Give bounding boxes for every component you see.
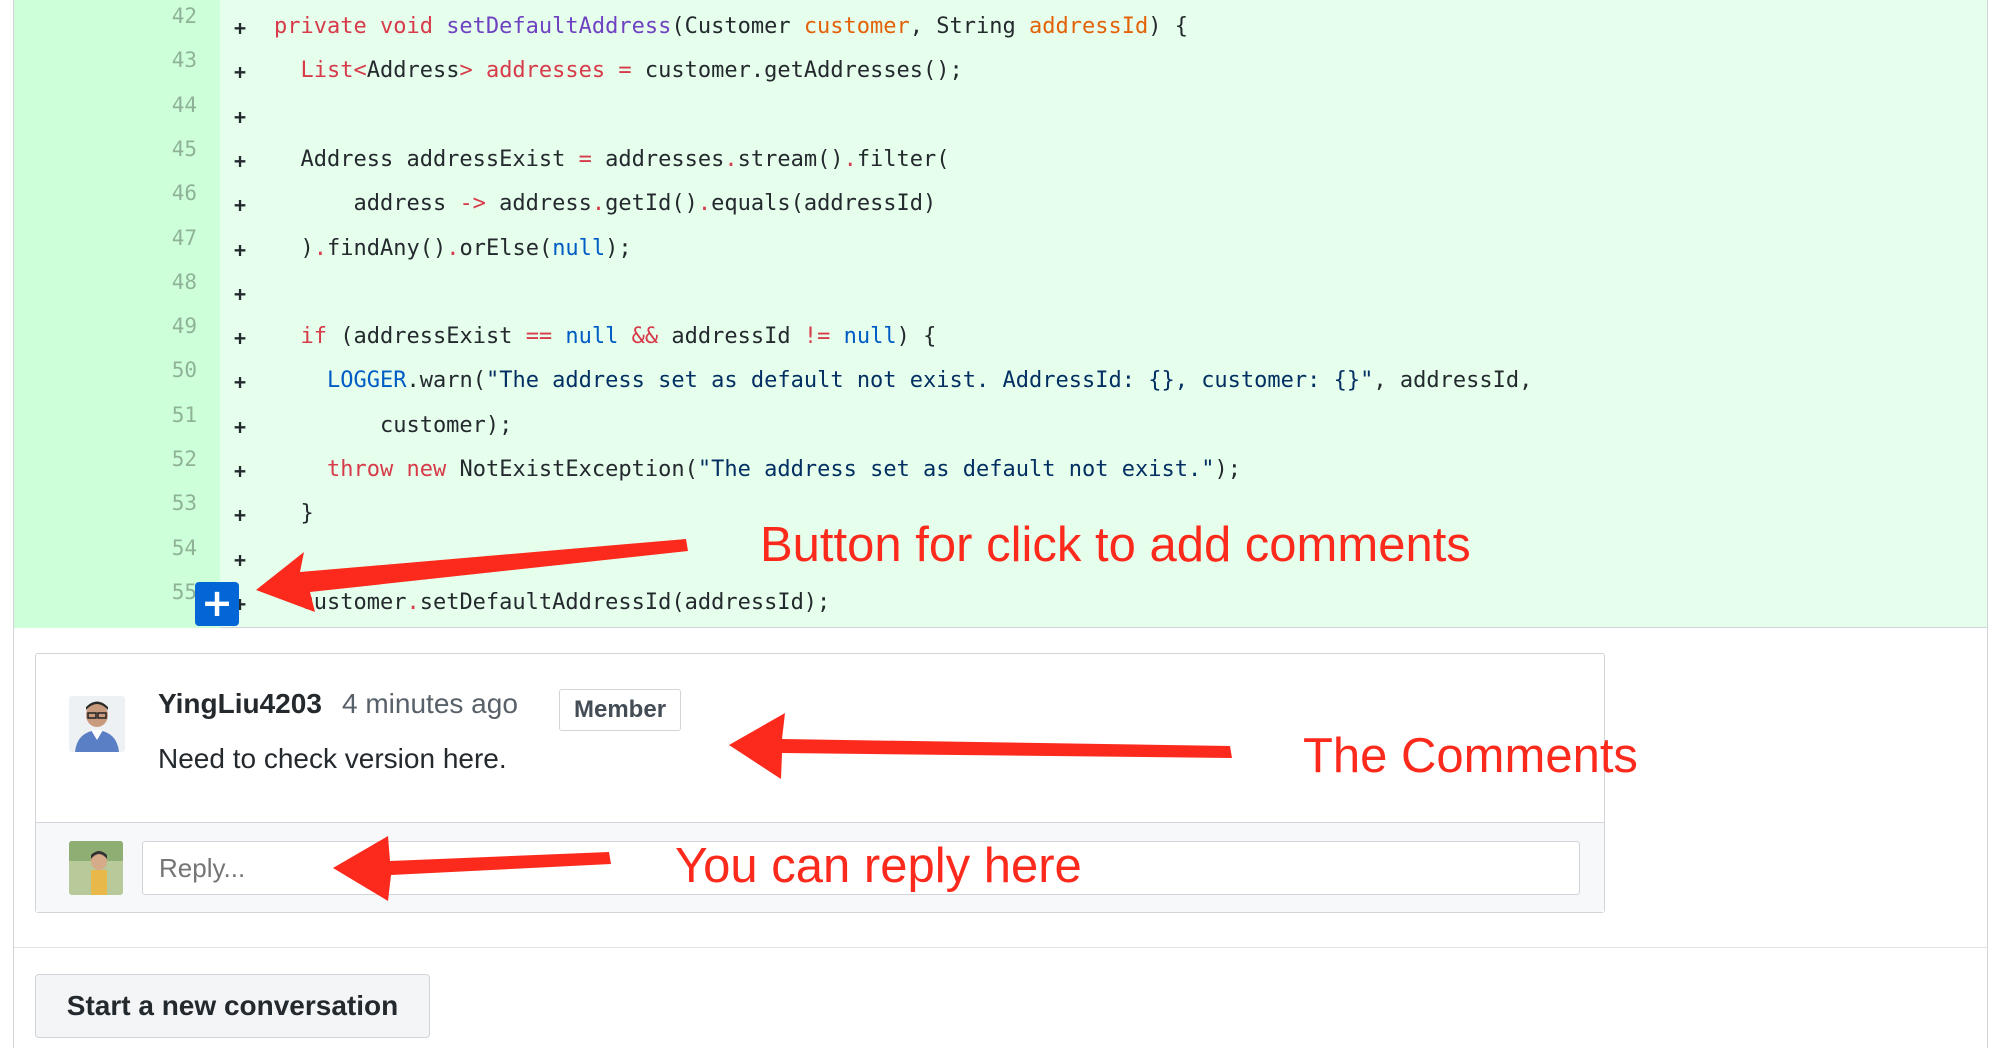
line-number: 48 (171, 269, 197, 294)
code-text: ).findAny().orElse(null); (274, 235, 632, 261)
added-marker: + (234, 104, 247, 129)
added-marker: + (234, 503, 247, 528)
diff-line: 42 + private void setDefaultAddress(Cust… (14, 0, 1987, 44)
code-text: Address addressExist = addresses.stream(… (274, 146, 950, 172)
add-button-annotation: Button for click to add comments (760, 518, 1471, 572)
added-marker: + (234, 459, 247, 483)
diff-line: 48 + (14, 266, 1987, 310)
code-text: customer); (274, 412, 513, 438)
comment-body: Need to check version here. (158, 743, 507, 774)
line-number: 45 (171, 136, 197, 161)
diff-line: 55 + customer.setDefaultAddressId(addres… (14, 576, 1987, 620)
add-line-comment-button[interactable]: + (195, 582, 239, 626)
reply-annotation: You can reply here (675, 839, 1082, 893)
diff-line: 49 + if (addressExist == null && address… (14, 310, 1987, 354)
person-avatar-icon (69, 696, 125, 752)
line-number: 54 (171, 535, 197, 560)
added-marker: + (234, 16, 247, 40)
added-marker: + (234, 193, 247, 218)
diff-line: 45 + Address addressExist = addresses.st… (14, 133, 1987, 177)
line-number: 51 (171, 402, 197, 427)
comments-annotation: The Comments (1303, 729, 1638, 783)
avatar[interactable] (69, 696, 125, 752)
diff-line: 50 + LOGGER.warn("The address set as def… (14, 354, 1987, 398)
line-number: 55 (171, 579, 197, 604)
start-conversation-button[interactable]: Start a new conversation (35, 974, 430, 1038)
code-text: List<Address> addresses = customer.getAd… (300, 58, 963, 84)
code-text: address -> address.getId().equals(addres… (274, 191, 937, 217)
code-text: customer.setDefaultAddressId(addressId); (274, 589, 831, 615)
diff-line: 51 + customer); (14, 399, 1987, 443)
diff-line: 47 + ).findAny().orElse(null); (14, 222, 1987, 266)
added-marker: + (234, 414, 247, 439)
added-marker: + (234, 60, 247, 85)
member-badge: Member (559, 689, 682, 731)
code-text: LOGGER.warn("The address set as default … (326, 368, 1533, 394)
line-number: 42 (171, 4, 197, 28)
current-user-avatar (69, 841, 123, 895)
comment-author[interactable]: YingLiu4203 (158, 688, 322, 720)
code-text: throw new NotExistException("The address… (326, 457, 1241, 482)
line-number: 47 (171, 225, 197, 250)
divider (14, 947, 1987, 948)
person-avatar-icon (69, 841, 123, 895)
code-text: } (274, 501, 314, 527)
added-marker: + (234, 281, 247, 306)
added-marker: + (234, 148, 247, 173)
line-number: 53 (171, 491, 197, 516)
line-number: 46 (171, 181, 197, 206)
line-number: 43 (171, 48, 197, 73)
line-number: 44 (171, 92, 197, 117)
diff-line: 44 + (14, 89, 1987, 133)
added-marker: + (234, 237, 247, 262)
diff-line: 52 + throw new NotExistException("The ad… (14, 443, 1987, 487)
diff-line: 43 + List<Address> addresses = customer.… (14, 44, 1987, 88)
added-marker: + (234, 547, 247, 572)
line-number: 52 (171, 447, 197, 471)
line-number: 50 (171, 358, 197, 383)
line-number: 49 (171, 314, 197, 339)
added-marker: + (234, 326, 247, 351)
added-marker: + (234, 370, 247, 395)
diff-line: 46 + address -> address.getId().equals(a… (14, 177, 1987, 221)
code-text: private void setDefaultAddress(Customer … (274, 14, 1188, 39)
code-text: if (addressExist == null && addressId !=… (300, 324, 937, 350)
comment-timestamp[interactable]: 4 minutes ago (342, 688, 518, 720)
